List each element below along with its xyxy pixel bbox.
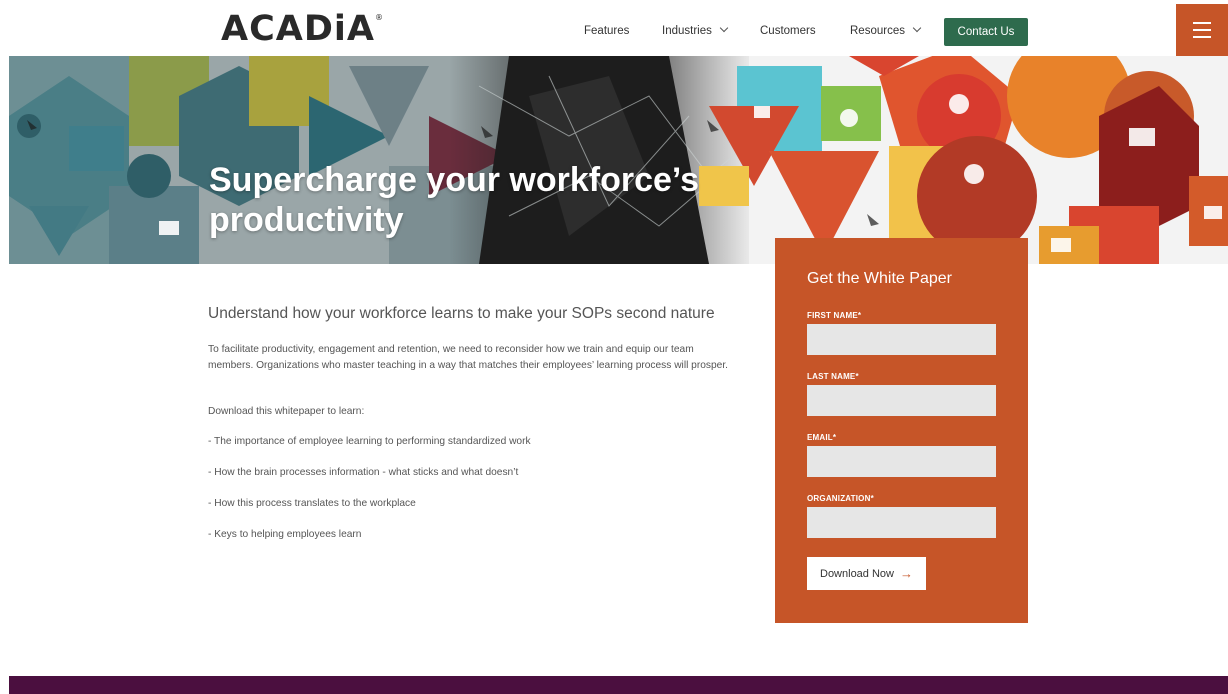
hero-banner: Supercharge your workforce’s productivit…: [9, 56, 1228, 264]
list-item: - How this process translates to the wor…: [208, 498, 416, 509]
download-now-button[interactable]: Download Now →: [807, 557, 926, 590]
last-name-field[interactable]: [807, 385, 996, 416]
site-header: ACADiA® Features Industries Customers Re…: [0, 0, 1228, 58]
chevron-down-icon: [719, 23, 729, 33]
list-item: - The importance of employee learning to…: [208, 436, 531, 447]
acadia-logo[interactable]: ACADiA®: [221, 9, 384, 49]
nav-resources[interactable]: Resources: [850, 23, 922, 37]
page-subtitle: Understand how your workforce learns to …: [208, 305, 715, 322]
menu-icon[interactable]: [1176, 4, 1228, 56]
chevron-down-icon: [912, 23, 922, 33]
form-title: Get the White Paper: [807, 270, 952, 287]
organization-label: ORGANIZATION*: [807, 494, 874, 503]
nav-features[interactable]: Features: [584, 25, 629, 37]
organization-field[interactable]: [807, 507, 996, 538]
list-item: - How the brain processes information - …: [208, 467, 519, 478]
download-now-label: Download Now: [820, 567, 894, 580]
footer-bar: [9, 676, 1228, 694]
page: ACADiA® Features Industries Customers Re…: [0, 0, 1228, 694]
email-field[interactable]: [807, 446, 996, 477]
list-item: - Keys to helping employees learn: [208, 529, 362, 540]
intro-paragraph: To facilitate productivity, engagement a…: [208, 344, 728, 371]
first-name-label: FIRST NAME*: [807, 311, 862, 320]
learn-lead: Download this whitepaper to learn:: [208, 406, 365, 417]
nav-industries[interactable]: Industries: [662, 23, 729, 37]
white-paper-form: Get the White Paper FIRST NAME* LAST NAM…: [775, 238, 1028, 623]
arrow-right-icon: →: [899, 566, 913, 581]
contact-us-button[interactable]: Contact Us: [944, 18, 1028, 46]
email-label: EMAIL*: [807, 433, 837, 442]
nav-customers[interactable]: Customers: [760, 25, 816, 37]
last-name-label: LAST NAME*: [807, 372, 859, 381]
hero-title: Supercharge your workforce’s productivit…: [209, 161, 700, 239]
first-name-field[interactable]: [807, 324, 996, 355]
